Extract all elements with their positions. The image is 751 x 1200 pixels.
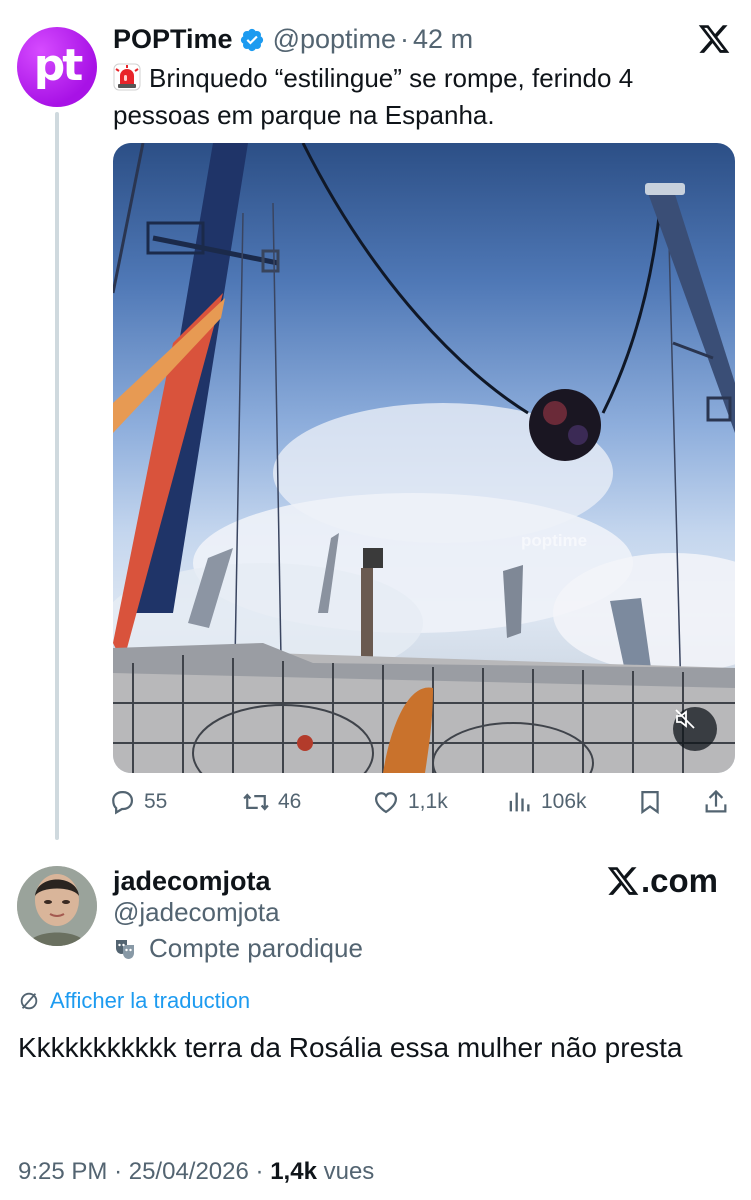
quoted-author-handle[interactable]: @poptime — [273, 24, 396, 55]
heart-icon — [374, 792, 398, 814]
siren-emoji-icon — [113, 63, 141, 91]
verified-badge-icon — [240, 28, 263, 51]
like-button[interactable]: 1,1k — [372, 788, 448, 816]
thread-connector-line — [55, 112, 59, 840]
x-logo-icon[interactable] — [697, 22, 731, 56]
repost-count: 46 — [278, 790, 302, 813]
mute-button[interactable] — [673, 707, 717, 751]
views-button[interactable]: 106k — [505, 788, 587, 816]
reply-count: 55 — [144, 790, 168, 813]
translate-label: Afficher la traduction — [50, 988, 251, 1013]
tweet-metadata: 9:25 PM · 25/04/2026 · 1,4k vues — [18, 1158, 374, 1186]
speaker-muted-icon — [675, 709, 695, 729]
reply-button[interactable]: 55 — [108, 788, 167, 816]
quoted-tweet-body: Brinquedo “estilingue” se rompe, ferindo… — [113, 63, 634, 130]
quoted-tweet-time[interactable]: 42 m — [413, 24, 473, 55]
bookmark-button[interactable] — [636, 788, 672, 816]
x-com-text: .com — [640, 862, 718, 899]
quoted-author-name[interactable]: POPTime — [113, 24, 233, 55]
quoted-tweet-action-bar: 55 46 1,1k 106k — [108, 788, 738, 820]
jadecomjota-avatar[interactable] — [17, 866, 97, 946]
author-handle[interactable]: @jadecomjota — [113, 897, 280, 928]
poptime-avatar[interactable]: pt — [17, 27, 97, 107]
video-watermark: poptime — [521, 531, 588, 550]
x-logo-icon — [607, 867, 639, 895]
meta-separator: · — [255, 1158, 264, 1185]
bookmark-icon — [641, 790, 659, 815]
views-count: 106k — [541, 790, 587, 813]
tweet-text: Kkkkkkkkkkk terra da Rosália essa mulher… — [18, 1032, 683, 1063]
views-chart-icon — [509, 792, 530, 812]
tweet-view-count[interactable]: 1,4k — [270, 1158, 317, 1185]
tweet-date[interactable]: 25/04/2026 — [129, 1158, 249, 1185]
repost-button[interactable]: 46 — [242, 788, 301, 816]
header-separator: · — [400, 24, 410, 54]
show-translation-link[interactable]: Afficher la traduction — [18, 988, 250, 1014]
profile-photo — [17, 866, 97, 946]
meta-separator: · — [114, 1158, 123, 1185]
tweet-view-label: vues — [323, 1158, 375, 1185]
x-com-brand: .com — [606, 862, 718, 900]
theater-masks-icon — [116, 939, 134, 959]
video-frame-illustration — [113, 143, 735, 773]
share-button[interactable] — [702, 788, 738, 816]
quoted-tweet-header: POPTime @poptime · 42 m — [113, 24, 473, 55]
parody-account-label: Compte parodique — [113, 933, 363, 964]
translate-icon — [20, 992, 38, 1010]
quoted-tweet-text: Brinquedo “estilingue” se rompe, ferindo… — [113, 60, 723, 134]
poptime-avatar-text: pt — [33, 39, 84, 91]
repost-icon — [243, 793, 269, 811]
reply-icon — [112, 790, 134, 815]
share-icon — [705, 789, 727, 813]
tweet-video[interactable]: poptime — [113, 143, 735, 773]
parody-label-text: Compte parodique — [149, 933, 363, 963]
like-count: 1,1k — [408, 790, 448, 813]
tweet-time[interactable]: 9:25 PM — [18, 1158, 107, 1185]
author-name[interactable]: jadecomjota — [113, 866, 271, 897]
